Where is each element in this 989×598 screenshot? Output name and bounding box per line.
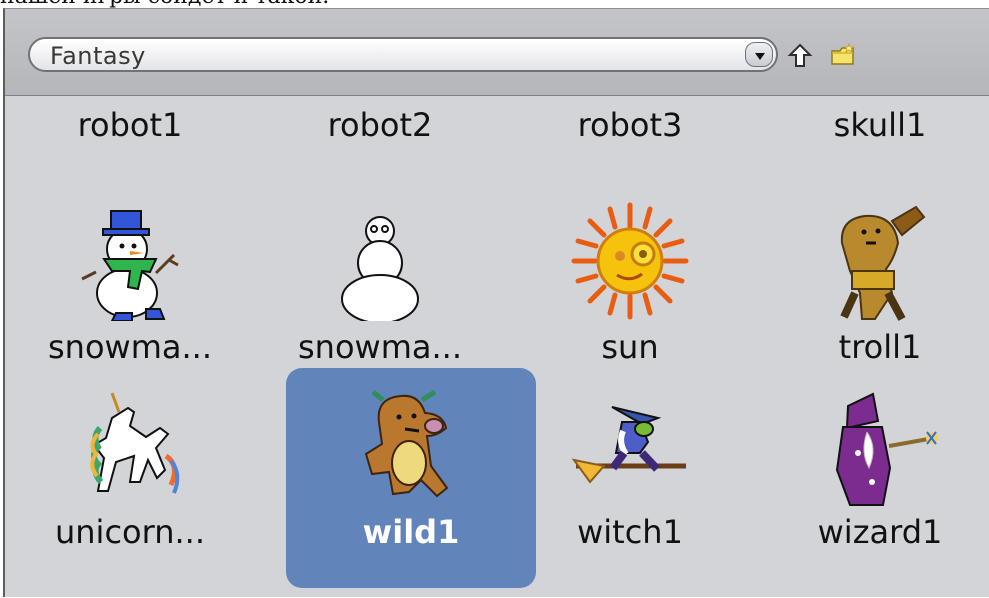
- sprite-tile-wild1[interactable]: wild1: [286, 368, 536, 588]
- sprite-label-selected: wild1: [362, 513, 460, 551]
- cut-off-text: нашей игры сойдет и такой.: [0, 0, 989, 9]
- sprite-tile-unicorn[interactable]: unicorn...: [5, 376, 255, 596]
- troll-icon: [840, 205, 926, 321]
- sprite-label: robot2: [327, 106, 433, 144]
- category-select-value: Fantasy: [50, 42, 146, 70]
- sprite-label: witch1: [577, 513, 683, 551]
- sprite-label: skull1: [833, 106, 927, 144]
- sprite-grid: robot1 robot2 robot3 skull1 snowma... sn…: [5, 96, 989, 598]
- snowman-scarf-icon: [81, 210, 179, 321]
- sprite-tile-wizard1[interactable]: wizard1: [755, 376, 989, 596]
- witch-on-broom-icon: [571, 406, 686, 484]
- sun-icon: [571, 202, 689, 320]
- chevron-down-icon[interactable]: [745, 42, 773, 67]
- sprite-tile-witch1[interactable]: witch1: [505, 376, 755, 596]
- sprite-label: snowma...: [298, 328, 462, 366]
- new-folder-icon[interactable]: [829, 42, 857, 70]
- sprite-label: wizard1: [817, 513, 943, 551]
- wizard-icon: [835, 392, 938, 506]
- sprite-label: troll1: [838, 328, 922, 366]
- sprite-label: sun: [601, 328, 659, 366]
- up-arrow-icon[interactable]: [786, 42, 814, 70]
- wild-monster-icon: [364, 389, 449, 498]
- sprite-label: snowma...: [48, 328, 212, 366]
- sprite-label: robot1: [77, 106, 183, 144]
- sprite-label: robot3: [577, 106, 683, 144]
- snowman-outline-icon: [341, 216, 419, 321]
- sprite-label: unicorn...: [54, 513, 205, 551]
- unicorn-icon: [90, 392, 180, 494]
- category-select[interactable]: Fantasy: [28, 37, 778, 72]
- sprite-library-panel: Fantasy robot1 robot2 robot3 skull1 snow…: [3, 8, 989, 597]
